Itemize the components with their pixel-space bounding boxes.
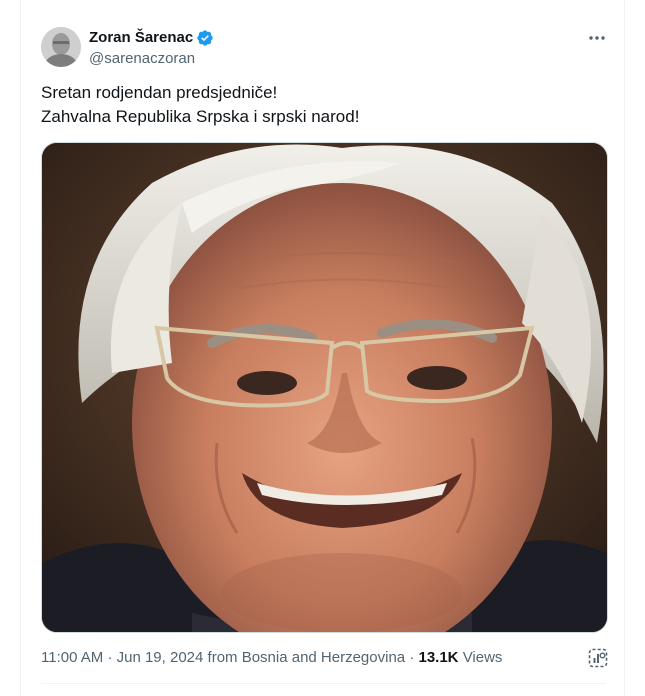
author-name-row: Zoran Šarenac [89,28,214,48]
meta-separator: · [409,649,415,666]
tweet-text-line: Sretan rodjendan predsjedniče! [41,83,278,102]
tweet-text-line: Zahvalna Republika Srpska i srpski narod… [41,107,360,126]
verified-badge-icon[interactable] [196,29,214,47]
photo-portrait [42,143,607,632]
tweet-text: Sretan rodjendan predsjedniče! Zahvalna … [41,81,601,129]
analytics-icon [588,648,608,668]
more-button[interactable] [584,28,610,48]
tweet-time[interactable]: 11:00 AM [41,649,103,666]
avatar[interactable] [41,27,81,67]
more-icon [589,36,605,40]
views-count: 13.1K [418,649,459,666]
tweet-card: Zoran Šarenac @sarenaczoran Sretan rodje… [20,0,625,696]
author-handle[interactable]: @sarenaczoran [89,49,195,69]
tweet-photo[interactable] [41,142,608,633]
divider [41,683,606,684]
views-label: Views [462,649,503,666]
author-display-name[interactable]: Zoran Šarenac [89,28,193,48]
tweet-meta: 11:00 AM · Jun 19, 2024 from Bosnia and … [41,648,502,668]
meta-separator: · [107,649,113,666]
tweet-location: from Bosnia and Herzegovina [207,649,406,666]
avatar-image [41,27,81,67]
tweet-date[interactable]: Jun 19, 2024 [117,649,204,666]
analytics-button[interactable] [587,647,609,669]
